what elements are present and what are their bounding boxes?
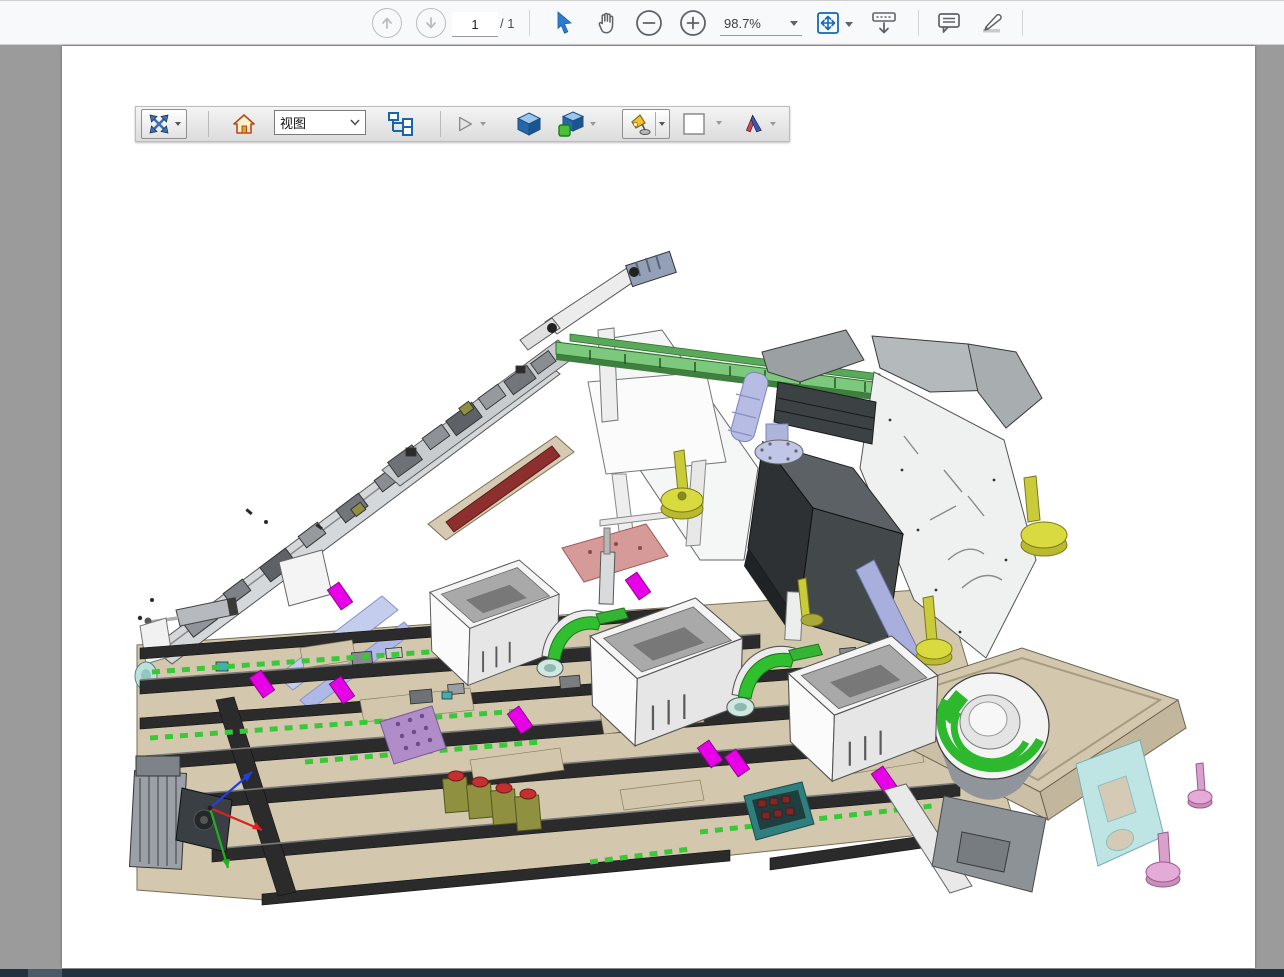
toolbar-separator [208, 111, 209, 137]
background-color-button[interactable] [680, 109, 708, 139]
3d-model-canvas[interactable] [62, 46, 1255, 968]
model-tree-icon [388, 111, 414, 137]
top-toolbar: / 1 98.7% [0, 0, 1284, 45]
comment-button[interactable] [933, 7, 965, 39]
toolbar-separator [1022, 10, 1023, 36]
view-dropdown[interactable]: 视图 [274, 110, 366, 135]
play-animation-button[interactable] [456, 109, 486, 139]
pdf-page: 视图 [62, 46, 1255, 968]
render-mode-button[interactable] [554, 109, 600, 139]
home-view-button[interactable] [230, 109, 258, 139]
page-count-label: / 1 [500, 16, 514, 31]
zoom-level-value: 98.7% [724, 16, 761, 31]
taskbar-item[interactable] [28, 969, 62, 977]
taskbar[interactable] [0, 969, 1284, 977]
cross-section-caret-icon [770, 122, 776, 126]
cross-section-icon [744, 110, 766, 138]
highlight-button[interactable] [977, 7, 1009, 39]
toolbar-separator [918, 10, 919, 36]
comment-bubble-icon [936, 10, 962, 36]
fit-page-icon [815, 10, 841, 36]
play-icon [456, 111, 475, 137]
select-tool-button[interactable] [548, 7, 580, 39]
plus-circle-icon [679, 9, 707, 37]
lighting-caret-icon [659, 122, 665, 126]
model-tree-button[interactable] [386, 109, 416, 139]
arrow-down-icon [423, 15, 439, 31]
teal-panel [1076, 740, 1164, 866]
hand-tool-button[interactable] [591, 7, 623, 39]
page-number-input[interactable] [452, 12, 498, 37]
caret-down-icon [790, 21, 798, 26]
render-mode-icon [558, 111, 584, 137]
projection-button[interactable] [514, 109, 544, 139]
home-icon [232, 112, 256, 136]
render-mode-caret-icon [590, 122, 596, 126]
background-swatch-icon [682, 112, 706, 136]
cube-icon [516, 111, 542, 137]
lamp-icon [628, 112, 652, 136]
marker-pen-icon [979, 9, 1007, 37]
orbit-tool-button[interactable] [141, 109, 187, 139]
fit-page-caret-icon[interactable] [845, 22, 853, 27]
lighting-button[interactable] [622, 109, 670, 139]
background-caret-icon[interactable] [716, 121, 722, 125]
button-divider [655, 112, 656, 136]
fit-page-button[interactable] [812, 7, 844, 39]
3d-viewer-toolbar: 视图 [135, 106, 790, 142]
document-canvas: 视图 [0, 46, 1284, 969]
orbit-arrows-icon [147, 112, 171, 136]
zoom-out-button[interactable] [633, 7, 665, 39]
toolbar-separator [440, 111, 441, 137]
play-caret-icon [480, 122, 486, 126]
collapse-toolbar-icon [870, 9, 898, 37]
toolbar-separator [529, 10, 530, 36]
zoom-level-dropdown[interactable]: 98.7% [720, 11, 802, 36]
view-dropdown-value: 视图 [280, 113, 306, 132]
orbit-tool-caret-icon [175, 122, 181, 126]
collapse-toolbar-button[interactable] [868, 7, 900, 39]
cross-section-button[interactable] [744, 109, 776, 139]
previous-page-button[interactable] [372, 8, 402, 38]
next-page-button[interactable] [416, 8, 446, 38]
zoom-in-button[interactable] [677, 7, 709, 39]
chevron-down-icon [350, 119, 360, 126]
arrow-up-icon [379, 15, 395, 31]
minus-circle-icon [635, 9, 663, 37]
cursor-arrow-icon [552, 10, 576, 36]
hand-icon [594, 10, 620, 36]
